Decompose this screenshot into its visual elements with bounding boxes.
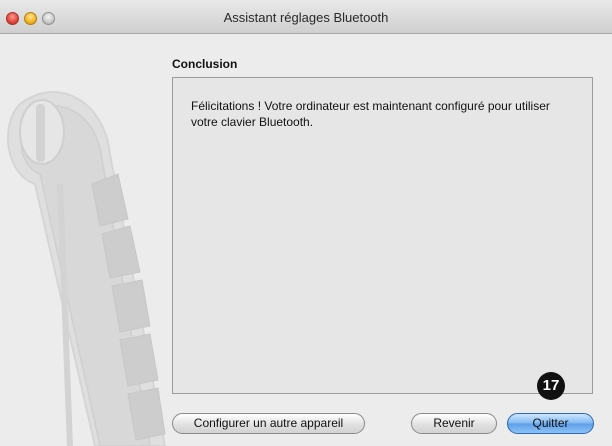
content-panel: Félicitations ! Votre ordinateur est mai… bbox=[172, 77, 593, 394]
quit-button[interactable]: Quitter bbox=[507, 413, 594, 434]
configure-other-device-button[interactable]: Configurer un autre appareil bbox=[172, 413, 365, 434]
callout-badge: 17 bbox=[537, 372, 565, 400]
conclusion-message: Félicitations ! Votre ordinateur est mai… bbox=[191, 99, 550, 129]
back-button[interactable]: Revenir bbox=[411, 413, 497, 434]
bluetooth-keyboard-art-icon bbox=[7, 91, 167, 446]
title-bar: Assistant réglages Bluetooth bbox=[0, 0, 612, 34]
bluetooth-assistant-window: Assistant réglages Bluetooth Conclusion … bbox=[0, 0, 612, 446]
window-title: Assistant réglages Bluetooth bbox=[223, 10, 389, 25]
page-heading: Conclusion bbox=[172, 57, 238, 71]
